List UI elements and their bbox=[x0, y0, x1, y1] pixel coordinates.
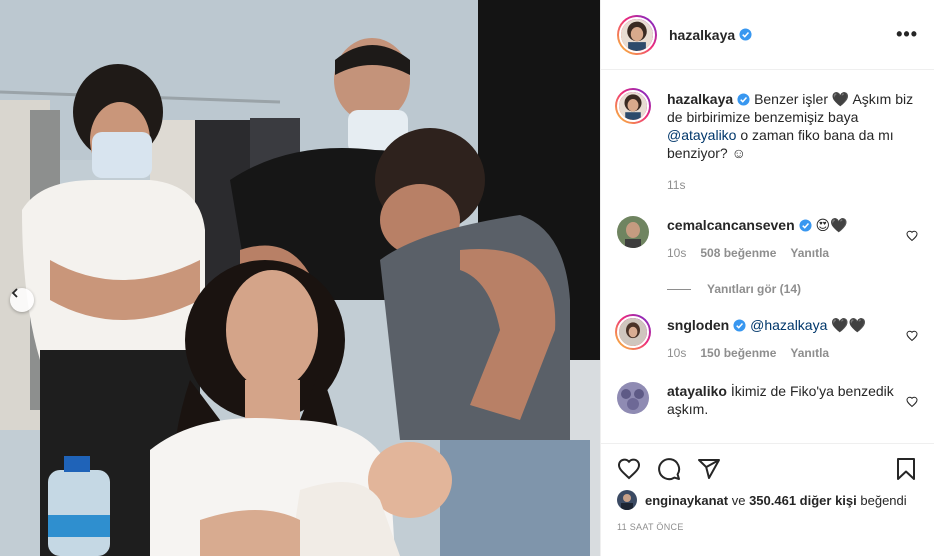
heart-icon[interactable] bbox=[906, 230, 918, 242]
verified-badge-icon bbox=[737, 93, 750, 106]
heart-icon[interactable] bbox=[906, 396, 918, 408]
comment-text: 🖤🖤 bbox=[831, 317, 867, 333]
view-replies-label: Yanıtları gör (14) bbox=[707, 282, 802, 296]
carousel-prev-button[interactable] bbox=[10, 288, 34, 312]
more-options-button[interactable]: ••• bbox=[896, 24, 918, 45]
save-button[interactable] bbox=[894, 457, 918, 481]
verified-badge-icon bbox=[799, 219, 812, 232]
caption-heart: 🖤 bbox=[831, 91, 850, 107]
liked-by-and: ve bbox=[731, 492, 746, 508]
heart-icon bbox=[617, 458, 641, 479]
verified-badge-icon bbox=[733, 319, 746, 332]
comment-reply-button[interactable]: Yanıtla bbox=[790, 344, 829, 362]
caption-text: Benzer işler bbox=[754, 91, 828, 107]
author-username[interactable]: hazalkaya bbox=[669, 27, 735, 43]
chevron-left-icon bbox=[11, 288, 18, 298]
comment-item: atayaliko İkimiz de Fiko'ya benzedik aşk… bbox=[617, 382, 918, 418]
liker-avatar[interactable] bbox=[617, 490, 637, 510]
comment-mention[interactable]: @hazalkaya bbox=[750, 317, 827, 333]
comment-text: 😍🖤 bbox=[815, 217, 848, 233]
comment-avatar[interactable] bbox=[615, 314, 651, 350]
author-avatar-image bbox=[621, 18, 653, 51]
bookmark-icon bbox=[897, 457, 915, 480]
liked-by-suffix: beğendi bbox=[860, 492, 907, 508]
post-header: hazalkaya ••• bbox=[601, 0, 934, 70]
caption-avatar[interactable] bbox=[615, 88, 651, 124]
like-button[interactable] bbox=[617, 457, 641, 481]
photo-illustration bbox=[0, 0, 600, 556]
verified-badge-icon bbox=[739, 28, 752, 41]
likes-count[interactable]: 350.461 diğer kişi bbox=[749, 493, 857, 508]
comment-time[interactable]: 10s bbox=[667, 244, 686, 262]
comment-icon bbox=[658, 457, 681, 480]
author-avatar[interactable] bbox=[617, 14, 657, 55]
comment-avatar[interactable] bbox=[617, 216, 649, 248]
comment-username[interactable]: cemalcancanseven bbox=[667, 217, 795, 233]
comment-avatar-image bbox=[619, 318, 647, 346]
post-date[interactable]: 11 SAAT ÖNCE bbox=[617, 522, 684, 532]
comment-button[interactable] bbox=[657, 457, 681, 481]
liker-avatar-image bbox=[617, 490, 637, 510]
comment-username[interactable]: sngloden bbox=[667, 317, 729, 333]
comment-avatar-image bbox=[617, 216, 649, 248]
comment-likes[interactable]: 508 beğenme bbox=[700, 244, 776, 262]
post-side-panel: hazalkaya ••• hazalkaya Benzer işler 🖤 A… bbox=[600, 0, 934, 556]
caption-mention[interactable]: @atayaliko bbox=[667, 127, 736, 143]
share-icon bbox=[698, 458, 720, 479]
caption-avatar-image bbox=[619, 92, 647, 120]
comment-time[interactable]: 10s bbox=[667, 344, 686, 362]
post-actions bbox=[601, 443, 934, 493]
view-replies-button[interactable]: Yanıtları gör (14) bbox=[667, 282, 918, 296]
post-photo[interactable] bbox=[0, 0, 600, 556]
caption-username[interactable]: hazalkaya bbox=[667, 91, 733, 107]
comment-reply-button[interactable]: Yanıtla bbox=[790, 244, 829, 262]
liker-username[interactable]: enginaykanat bbox=[645, 493, 728, 508]
comment-item: sngloden @hazalkaya 🖤🖤 10s 150 beğenme Y… bbox=[615, 314, 918, 362]
comment-username[interactable]: atayaliko bbox=[667, 383, 727, 399]
liked-by: enginaykanat ve 350.461 diğer kişi beğen… bbox=[617, 490, 907, 510]
comment-likes[interactable]: 150 beğenme bbox=[700, 344, 776, 362]
comment-avatar-image bbox=[617, 382, 649, 414]
comments-list[interactable]: hazalkaya Benzer işler 🖤 Aşkım biz de bi… bbox=[601, 71, 934, 443]
caption: hazalkaya Benzer işler 🖤 Aşkım biz de bi… bbox=[615, 88, 918, 194]
heart-icon[interactable] bbox=[906, 330, 918, 342]
comment-avatar[interactable] bbox=[617, 382, 649, 414]
replies-divider bbox=[667, 288, 691, 290]
caption-time[interactable]: 11s bbox=[667, 176, 685, 194]
comment-item: cemalcancanseven 😍🖤 10s 508 beğenme Yanı… bbox=[617, 216, 918, 262]
share-button[interactable] bbox=[697, 457, 721, 481]
